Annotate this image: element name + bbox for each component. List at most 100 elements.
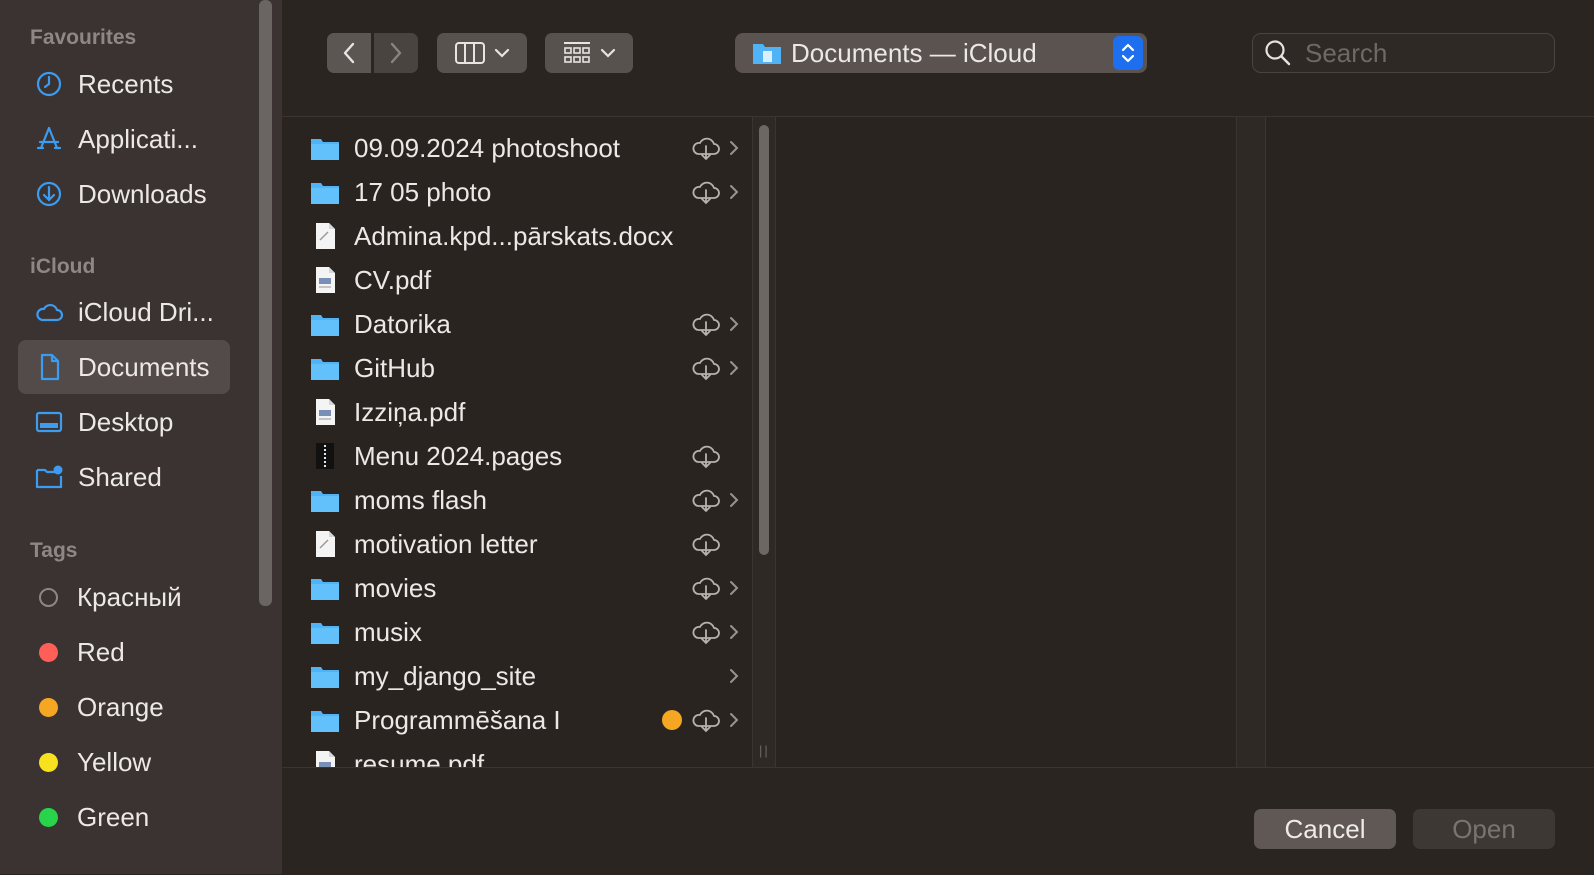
clock-icon — [34, 69, 64, 99]
pdf-file-icon — [310, 749, 340, 767]
open-button[interactable]: Open — [1413, 809, 1555, 849]
file-row[interactable]: Datorika — [310, 302, 739, 346]
file-row[interactable]: 17 05 photo — [310, 170, 739, 214]
cloud-download-icon[interactable] — [690, 310, 722, 338]
cancel-button[interactable]: Cancel — [1254, 809, 1396, 849]
file-row[interactable]: Programmēšana I — [310, 698, 739, 742]
cloud-download-icon[interactable] — [690, 354, 722, 382]
file-name: Programmēšana I — [354, 704, 561, 735]
file-row[interactable]: Izziņa.pdf — [310, 390, 730, 434]
cloud-download-icon[interactable] — [690, 178, 722, 206]
sidebar-item-shared[interactable]: Shared — [18, 450, 230, 504]
sidebar-item-recents[interactable]: Recents — [18, 57, 230, 111]
folder-icon — [310, 573, 340, 603]
chevron-right-icon — [728, 621, 740, 643]
folder-icon — [310, 617, 340, 647]
sidebar-item-downloads[interactable]: Downloads — [18, 167, 230, 221]
file-row[interactable]: Admina.kpd...pārskats.docx — [310, 214, 730, 258]
column-resize-grip[interactable]: || — [759, 743, 770, 758]
sidebar-item-documents[interactable]: Documents — [18, 340, 230, 394]
pdf-file-icon — [310, 265, 340, 295]
file-name: motivation letter — [354, 528, 538, 559]
tag-item-krasnyy[interactable]: Красный — [18, 570, 230, 624]
cloud-download-icon[interactable] — [690, 574, 722, 602]
file-name: Izziņa.pdf — [354, 396, 466, 427]
chevron-right-icon — [728, 313, 740, 335]
group-button[interactable] — [545, 33, 633, 73]
cloud-download-icon[interactable] — [690, 486, 722, 514]
folder-icon — [310, 485, 340, 515]
chevron-right-icon — [728, 709, 740, 731]
folder-icon — [310, 705, 340, 735]
cloud-download-icon[interactable] — [690, 530, 722, 558]
file-row[interactable]: motivation letter — [310, 522, 730, 566]
file-row[interactable]: resume.pdf — [310, 742, 730, 767]
file-row[interactable]: Menu 2024.pages — [310, 434, 730, 478]
chevron-right-icon — [390, 42, 402, 64]
search-input[interactable] — [1303, 36, 1537, 70]
column-divider[interactable] — [1236, 117, 1266, 767]
tag-dot-icon — [39, 587, 58, 607]
location-stepper[interactable] — [1113, 36, 1143, 70]
file-row[interactable]: musix — [310, 610, 739, 654]
cloud-icon — [34, 297, 64, 327]
search-icon — [1265, 40, 1291, 66]
applications-icon — [34, 124, 64, 154]
sidebar: Favourites Recents Applicati... Download… — [0, 0, 283, 874]
file-name: resume.pdf — [354, 748, 485, 768]
file-name: GitHub — [354, 352, 435, 383]
chevron-down-icon — [600, 48, 616, 58]
cloud-download-icon[interactable] — [690, 706, 722, 734]
icloud-heading: iCloud — [30, 255, 96, 278]
view-mode-button[interactable] — [437, 33, 527, 73]
columns-view-icon — [455, 42, 485, 64]
file-row[interactable]: 09.09.2024 photoshoot — [310, 126, 739, 170]
cloud-download-icon[interactable] — [690, 134, 722, 162]
pdf-file-icon — [310, 397, 340, 427]
search-field[interactable] — [1252, 33, 1555, 73]
tag-item-red[interactable]: Red — [18, 625, 230, 679]
tag-dot-icon — [39, 752, 58, 772]
bottom-bar: Cancel Open — [282, 767, 1594, 875]
column-scrollbar[interactable]: || — [752, 117, 776, 767]
scrollbar-thumb[interactable] — [759, 125, 769, 555]
forward-button[interactable] — [374, 33, 418, 73]
folder-icon — [310, 309, 340, 339]
file-name: my_django_site — [354, 660, 537, 691]
sidebar-item-desktop[interactable]: Desktop — [18, 395, 230, 449]
chevron-left-icon — [343, 42, 355, 64]
tag-item-green[interactable]: Green — [18, 790, 230, 844]
desktop-icon — [34, 407, 64, 437]
file-name: Menu 2024.pages — [354, 440, 563, 471]
cloud-download-icon[interactable] — [690, 618, 722, 646]
chevron-right-icon — [728, 665, 740, 687]
tag-dot-icon — [39, 807, 58, 827]
location-popup[interactable]: Documents — iCloud — [735, 33, 1147, 73]
favourites-heading: Favourites — [30, 26, 137, 49]
file-list-column[interactable]: 09.09.2024 photoshoot 17 05 photo Admina.k… — [282, 117, 747, 767]
tags-heading: Tags — [30, 539, 78, 562]
cloud-download-icon[interactable] — [690, 442, 722, 470]
file-name: CV.pdf — [354, 264, 432, 295]
tag-item-orange[interactable]: Orange — [18, 680, 230, 734]
sidebar-item-label: Desktop — [78, 406, 174, 437]
tag-label: Yellow — [77, 746, 152, 777]
file-row[interactable]: GitHub — [310, 346, 739, 390]
sidebar-item-icloud-drive[interactable]: iCloud Dri... — [18, 285, 230, 339]
file-name: moms flash — [354, 484, 487, 515]
sidebar-scrollbar[interactable] — [259, 0, 272, 606]
file-row[interactable]: my_django_site — [310, 654, 739, 698]
document-file-icon — [310, 529, 340, 559]
tag-label: Red — [77, 636, 125, 667]
file-row[interactable]: CV.pdf — [310, 258, 730, 302]
file-row[interactable]: moms flash — [310, 478, 739, 522]
location-label: Documents — iCloud — [791, 37, 1037, 68]
back-button[interactable] — [327, 33, 371, 73]
folder-icon — [310, 177, 340, 207]
sidebar-item-applications[interactable]: Applicati... — [18, 112, 230, 166]
file-row[interactable]: movies — [310, 566, 739, 610]
folder-icon — [310, 661, 340, 691]
tag-item-yellow[interactable]: Yellow — [18, 735, 230, 789]
sidebar-item-label: Applicati... — [78, 123, 198, 154]
file-name: 09.09.2024 photoshoot — [354, 132, 621, 163]
